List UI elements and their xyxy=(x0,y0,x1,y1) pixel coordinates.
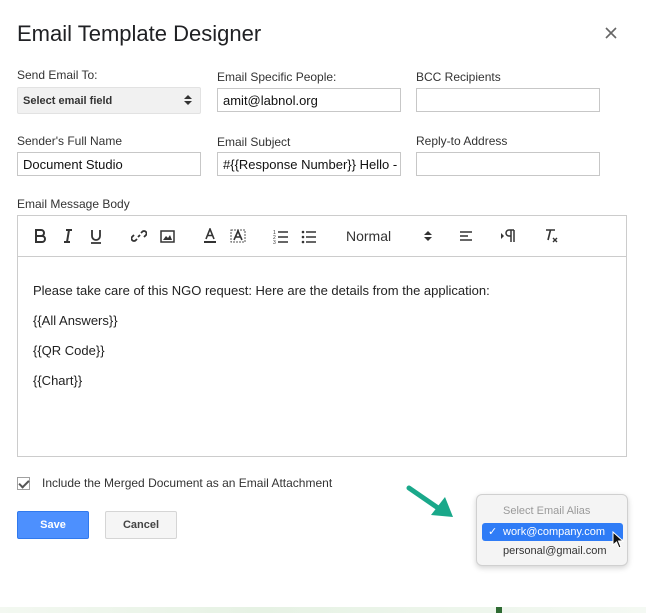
specific-people-input[interactable]: amit@labnol.org xyxy=(217,88,401,112)
bold-icon[interactable] xyxy=(32,228,48,244)
clear-format-icon[interactable] xyxy=(543,228,559,244)
sender-name-label: Sender's Full Name xyxy=(17,134,122,148)
bcc-input[interactable] xyxy=(416,88,600,112)
reply-to-input[interactable] xyxy=(416,152,600,176)
bcc-label: BCC Recipients xyxy=(416,70,501,84)
updown-arrows-icon xyxy=(424,229,432,245)
alias-option-work[interactable]: ✓ work@company.com xyxy=(482,523,623,541)
body-line: {{Chart}} xyxy=(33,373,83,388)
alias-option-label: work@company.com xyxy=(503,526,606,538)
alias-dropdown-header: Select Email Alias xyxy=(503,505,591,517)
text-direction-icon[interactable] xyxy=(500,228,516,244)
background-strip xyxy=(0,607,646,613)
attachment-row: Include the Merged Document as an Email … xyxy=(17,476,332,490)
subject-input[interactable]: #{{Response Number}} Hello - xyxy=(217,152,401,176)
reply-to-label: Reply-to Address xyxy=(416,134,508,148)
message-editor[interactable]: 123 Normal Please take care of this NGO … xyxy=(17,215,627,457)
background-color-icon[interactable] xyxy=(230,228,246,244)
sender-name-input[interactable]: Document Studio xyxy=(17,152,201,176)
pointer-arrow-icon xyxy=(405,484,457,525)
editor-content[interactable]: Please take care of this NGO request: He… xyxy=(18,257,626,388)
body-line: Please take care of this NGO request: He… xyxy=(33,283,490,298)
heading-select-value: Normal xyxy=(346,228,392,244)
svg-text:3: 3 xyxy=(273,240,276,244)
send-to-label: Send Email To: xyxy=(17,68,98,82)
close-icon[interactable] xyxy=(602,24,620,42)
align-icon[interactable] xyxy=(458,228,474,244)
editor-toolbar: 123 Normal xyxy=(18,216,626,257)
email-alias-dropdown[interactable]: Select Email Alias ✓ work@company.com pe… xyxy=(476,494,628,566)
specific-people-label: Email Specific People: xyxy=(217,70,337,84)
italic-icon[interactable] xyxy=(60,228,76,244)
background-mark xyxy=(496,607,502,613)
ordered-list-icon[interactable]: 123 xyxy=(273,228,289,244)
body-line: {{QR Code}} xyxy=(33,343,105,358)
link-icon[interactable] xyxy=(131,228,147,244)
alias-option-personal[interactable]: personal@gmail.com xyxy=(482,542,623,560)
image-icon[interactable] xyxy=(159,228,175,244)
message-body-label: Email Message Body xyxy=(17,197,130,211)
text-color-icon[interactable] xyxy=(202,228,218,244)
attachment-label: Include the Merged Document as an Email … xyxy=(42,476,333,490)
send-to-select[interactable]: Select email field xyxy=(17,87,201,114)
dialog-title: Email Template Designer xyxy=(17,21,262,46)
mouse-cursor-icon xyxy=(612,530,625,554)
bullet-list-icon[interactable] xyxy=(301,228,317,244)
body-line: {{All Answers}} xyxy=(33,313,118,328)
checkmark-icon: ✓ xyxy=(488,526,498,538)
underline-icon[interactable] xyxy=(88,228,104,244)
cancel-button[interactable]: Cancel xyxy=(105,511,177,539)
heading-select[interactable]: Normal xyxy=(346,228,432,244)
send-to-value: Select email field xyxy=(23,95,113,107)
subject-label: Email Subject xyxy=(217,135,291,149)
updown-arrows-icon xyxy=(184,94,192,109)
save-button[interactable]: Save xyxy=(17,511,89,539)
alias-option-label: personal@gmail.com xyxy=(503,545,607,557)
attachment-checkbox[interactable] xyxy=(17,476,30,490)
